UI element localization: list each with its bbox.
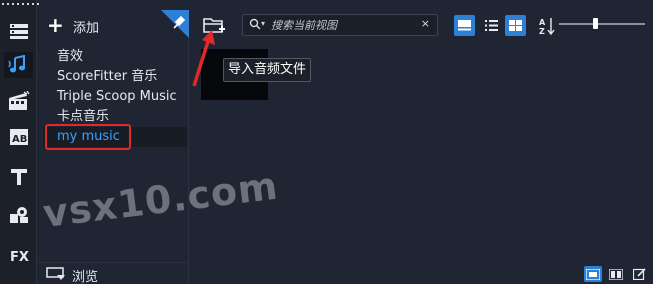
library-header: + 添加 — [38, 10, 189, 40]
library-item-triple-scoop[interactable]: Triple Scoop Music — [43, 87, 187, 107]
svg-text:FX: FX — [10, 250, 29, 263]
media-library-icon[interactable] — [4, 18, 33, 44]
search-box[interactable]: ▾ × — [242, 14, 438, 36]
bottom-view-a-button[interactable] — [584, 266, 602, 282]
audio-library-icon[interactable] — [4, 52, 33, 78]
library-panel: + 添加 音效 ScoreFitter 音乐 Triple Scoop Musi… — [38, 10, 189, 284]
import-tooltip: 导入音频文件 — [223, 58, 311, 82]
slider-knob[interactable] — [593, 18, 598, 29]
view-list-button[interactable] — [481, 15, 502, 36]
list-view-icon — [485, 20, 498, 31]
bottom-view-buttons — [584, 266, 650, 282]
thumbnail-size-slider[interactable] — [559, 18, 645, 29]
search-icon — [249, 18, 261, 30]
drag-grip[interactable] — [2, 3, 42, 5]
instant-project-icon[interactable] — [4, 88, 33, 114]
search-input[interactable] — [271, 17, 421, 33]
pin-icon[interactable] — [161, 10, 189, 38]
graphics-icon[interactable] — [4, 202, 33, 228]
highlight-box — [45, 124, 131, 150]
panel-layout-icon — [586, 268, 600, 280]
add-icon[interactable]: + — [47, 15, 64, 35]
library-item-scorefitter[interactable]: ScoreFitter 音乐 — [43, 67, 187, 87]
svg-text:AB: AB — [12, 134, 27, 145]
browse-icon — [46, 267, 65, 280]
search-dropdown-icon[interactable]: ▾ — [261, 19, 265, 28]
bottom-edit-button[interactable] — [630, 266, 648, 282]
content-toolbar: ▾ × AZ — [190, 10, 653, 40]
grid-view-icon — [509, 20, 522, 31]
library-item-sound-effects[interactable]: 音效 — [43, 47, 187, 67]
view-thumbnail-button[interactable] — [454, 15, 475, 36]
fx-filter-icon[interactable]: FX — [4, 242, 33, 268]
text-icon[interactable] — [4, 164, 33, 190]
media-tool-strip: AB FX — [0, 0, 42, 284]
bottom-view-b-button[interactable] — [607, 266, 625, 282]
view-grid-button[interactable] — [505, 15, 526, 36]
browse-button[interactable]: 浏览 — [38, 262, 189, 284]
split-layout-icon — [609, 268, 623, 280]
title-text-icon[interactable]: AB — [4, 124, 33, 150]
svg-text:A: A — [539, 18, 546, 27]
sort-icon[interactable]: AZ — [539, 16, 555, 36]
thumbnail-view-icon — [458, 20, 471, 31]
clear-search-button[interactable]: × — [421, 17, 430, 30]
edit-icon — [632, 268, 646, 280]
browse-label: 浏览 — [72, 270, 99, 284]
red-arrow-annotation — [192, 30, 215, 87]
add-library-button[interactable]: 添加 — [73, 17, 99, 36]
svg-text:Z: Z — [539, 27, 545, 36]
